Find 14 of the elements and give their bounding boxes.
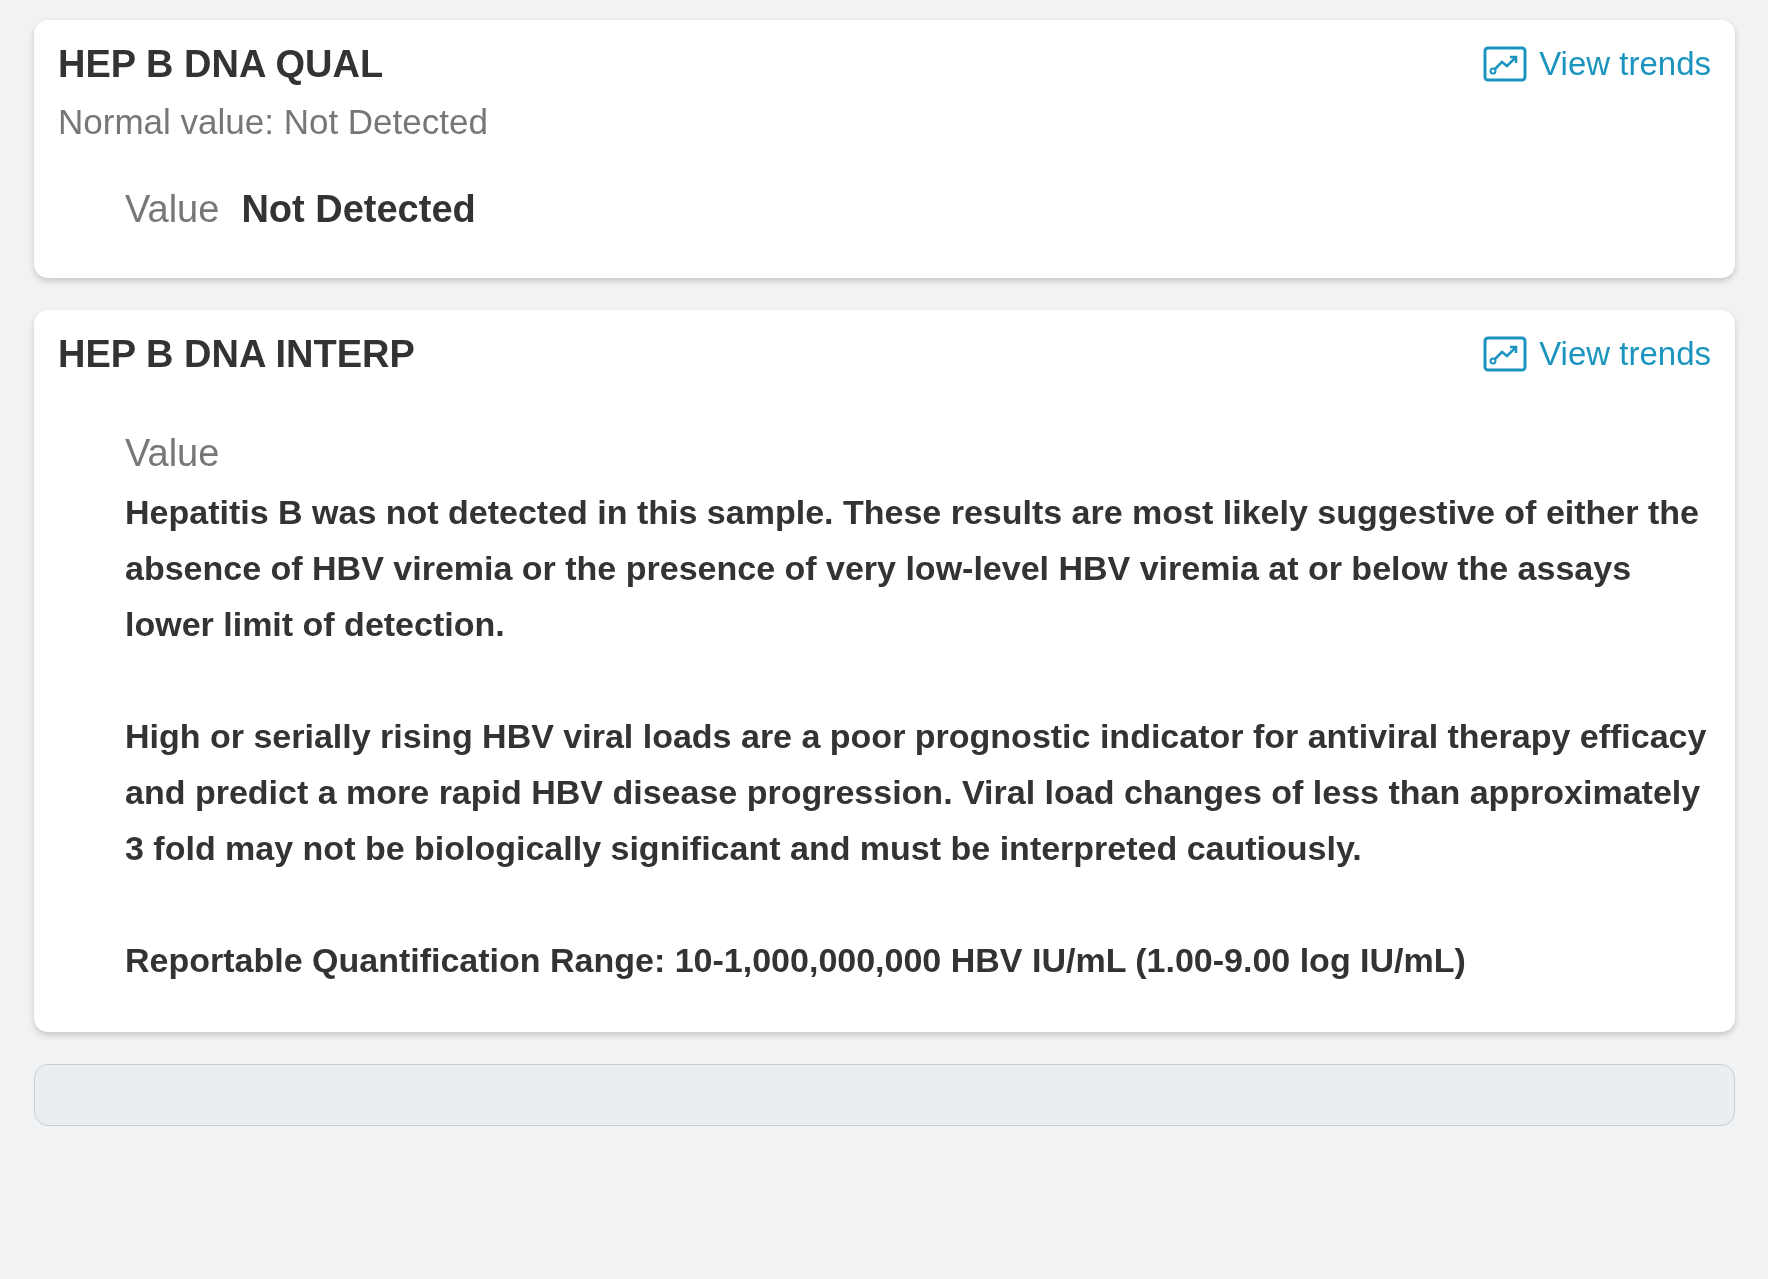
value-label: Value <box>125 187 220 232</box>
normal-value: Normal value: Not Detected <box>58 101 489 143</box>
value-paragraph: Hepatitis B was not detected in this sample. These results are most likely suggestive of either the absence of HBV viremia or the presence of very low-level HBV viremia at or below the assays lower limit of detection. <box>125 492 1700 645</box>
value-label: Value <box>125 431 221 476</box>
test-title: HEP B DNA QUAL <box>58 42 384 87</box>
view-trends-link[interactable]: View trends <box>1483 40 1711 88</box>
value-text: Not Detected <box>241 187 476 232</box>
value-paragraph: High or serially rising HBV viral loads are a poor prognostic indicator for antiviral therapy efficacy and predict a more rapid HBV disease progression. Viral load changes of less than approximately 3 fold may not be biologically significant and must be interpreted cautiously. <box>125 716 1708 869</box>
card[interactable] <box>34 1064 1735 1126</box>
chart-icon <box>1483 46 1528 82</box>
chart-icon <box>1483 336 1528 372</box>
test-title: HEP B DNA INTERP <box>58 332 415 377</box>
value-paragraph: Reportable Quantification Range: 10-1,000,000,000 HBV IU/mL (1.00-9.00 log IU/mL) <box>125 940 1467 981</box>
view-trends-link[interactable]: View trends <box>1483 330 1711 378</box>
